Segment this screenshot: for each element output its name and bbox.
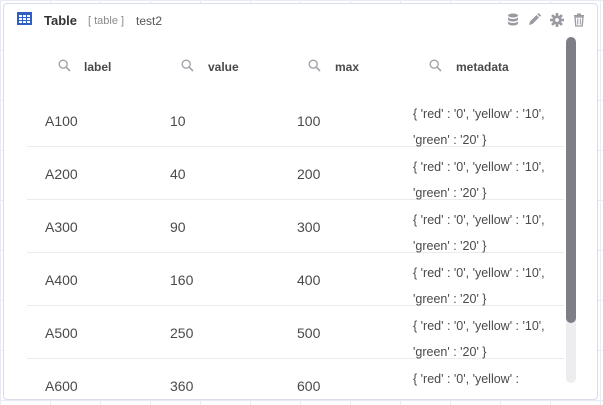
trash-icon[interactable] bbox=[571, 12, 587, 28]
pencil-icon[interactable] bbox=[526, 12, 542, 28]
cell-max: 400 bbox=[297, 272, 321, 288]
data-table: label value max metadata A100 10 100 {'… bbox=[27, 38, 564, 398]
cell-metadata: { 'red' : '0', 'yellow' : bbox=[413, 372, 520, 386]
cell-label: A600 bbox=[45, 378, 78, 394]
table-row[interactable]: A600 360 600 { 'red' : '0', 'yellow' : bbox=[27, 359, 564, 398]
cell-max: 300 bbox=[297, 219, 321, 235]
widget-name: test2 bbox=[136, 14, 163, 28]
search-icon[interactable] bbox=[429, 59, 442, 72]
cell-max: 200 bbox=[297, 166, 321, 182]
database-icon[interactable] bbox=[505, 12, 521, 28]
cell-value: 10 bbox=[170, 113, 186, 129]
cell-value: 360 bbox=[170, 378, 194, 394]
table-row[interactable]: A100 10 100 { 'red' : '0', 'yellow' : '1… bbox=[27, 94, 564, 147]
cell-label: A100 bbox=[45, 113, 78, 129]
cell-value: 40 bbox=[170, 166, 186, 182]
cell-label: A300 bbox=[45, 219, 78, 235]
column-header-metadata-text: metadata bbox=[456, 60, 509, 74]
cell-value: 250 bbox=[170, 325, 194, 341]
cell-value: 160 bbox=[170, 272, 194, 288]
column-header-max-text: max bbox=[335, 60, 360, 74]
cell-metadata: { 'red' : '0', 'yellow' : '10', 'green' … bbox=[413, 160, 545, 200]
widget-type-tag: [ table ] bbox=[88, 15, 125, 27]
search-icon[interactable] bbox=[58, 59, 71, 72]
cell-max: 600 bbox=[297, 378, 321, 394]
column-header-value-text: value bbox=[208, 60, 239, 74]
gear-icon[interactable] bbox=[549, 12, 565, 28]
scrollbar[interactable] bbox=[566, 37, 576, 383]
search-icon[interactable] bbox=[181, 59, 194, 72]
cell-metadata: { 'red' : '0', 'yellow' : '10', 'green' … bbox=[413, 266, 545, 306]
table-icon bbox=[17, 12, 32, 25]
cell-label: A400 bbox=[45, 272, 78, 288]
cell-value: 90 bbox=[170, 219, 186, 235]
widget-header: Table [ table ] test2 bbox=[4, 4, 597, 38]
widget-title: Table bbox=[44, 13, 77, 28]
cell-metadata: { 'red' : '0', 'yellow' : '10', 'green' … bbox=[413, 107, 545, 147]
table-widget: Table [ table ] test2 label value max me… bbox=[3, 3, 598, 400]
cell-metadata: { 'red' : '0', 'yellow' : '10', 'green' … bbox=[413, 319, 545, 359]
column-header-label-text: label bbox=[84, 60, 112, 74]
table-row[interactable]: A400 160 400 { 'red' : '0', 'yellow' : '… bbox=[27, 253, 564, 306]
table-row[interactable]: A500 250 500 { 'red' : '0', 'yellow' : '… bbox=[27, 306, 564, 359]
table-row[interactable]: A300 90 300 { 'red' : '0', 'yellow' : '1… bbox=[27, 200, 564, 253]
search-icon[interactable] bbox=[308, 59, 321, 72]
cell-max: 500 bbox=[297, 325, 321, 341]
scrollbar-thumb[interactable] bbox=[566, 37, 576, 323]
cell-max: 100 bbox=[297, 113, 321, 129]
table-row[interactable]: A200 40 200 { 'red' : '0', 'yellow' : '1… bbox=[27, 147, 564, 200]
cell-label: A500 bbox=[45, 325, 78, 341]
cell-label: A200 bbox=[45, 166, 78, 182]
cell-metadata: { 'red' : '0', 'yellow' : '10', 'green' … bbox=[413, 213, 545, 253]
